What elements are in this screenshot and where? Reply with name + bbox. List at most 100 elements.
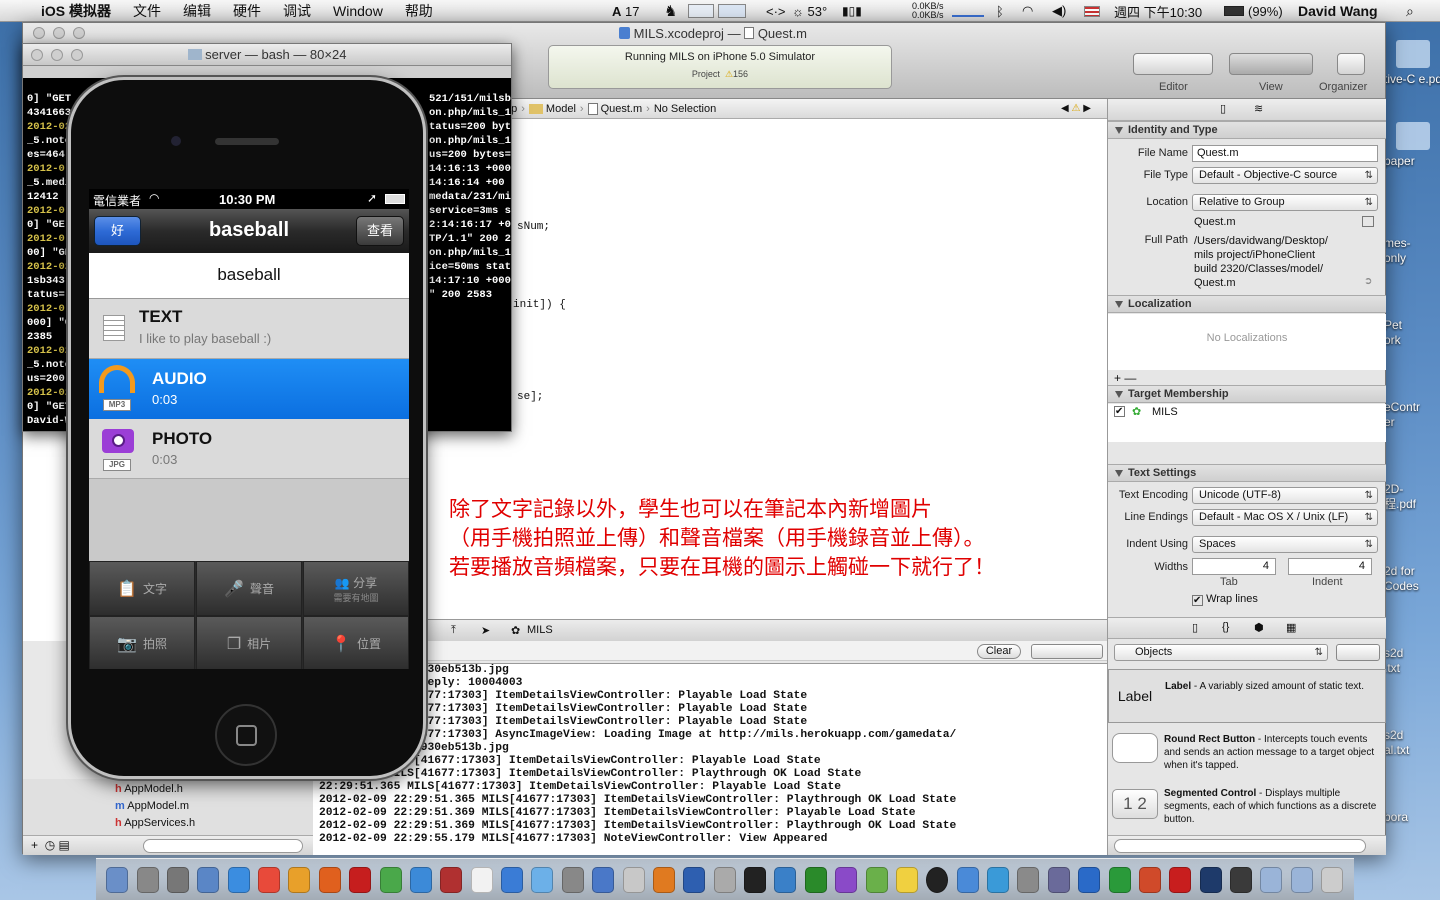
step-out-icon[interactable]: ⤒ [451, 624, 456, 637]
target-section-header[interactable]: Target Membership [1108, 385, 1386, 403]
note-item-text[interactable]: TEXT I like to play baseball :) [89, 299, 409, 359]
library-item-label[interactable]: Label Label - A variably sized amount of… [1108, 669, 1386, 723]
wrap-lines-checkbox[interactable]: ✔ Wrap lines [1192, 593, 1258, 606]
xcode-icon[interactable] [592, 866, 615, 893]
desktop-item[interactable]: paper [1384, 154, 1440, 169]
choose-file-icon[interactable] [1362, 216, 1374, 227]
desktop-item[interactable]: 2d for Codes [1384, 564, 1440, 594]
chrome-icon[interactable] [258, 866, 281, 893]
desktop-item[interactable]: Pet ork [1384, 318, 1440, 348]
terminal-output-right[interactable]: 521/151/milsb3 on.php/mils_1 tatus=200 byt… [429, 92, 511, 302]
menu-hardware[interactable]: 硬件 [222, 1, 272, 21]
audio-tool-button[interactable]: 🎤 聲音 [196, 561, 302, 616]
location-icon[interactable]: ➤ [481, 624, 490, 637]
reveal-arrow-icon[interactable]: ➲ [1364, 276, 1372, 287]
excel-icon[interactable] [1108, 866, 1131, 893]
view-nav-button[interactable]: 查看 [356, 216, 404, 246]
app-icon[interactable] [987, 866, 1010, 893]
file-template-icon[interactable]: ▯ [1192, 621, 1198, 634]
close-window-button[interactable] [33, 27, 45, 39]
line-endings-popup[interactable]: Default - Mac OS X / Unix (LF) [1192, 509, 1378, 526]
desktop-item[interactable]: mes- only [1384, 236, 1440, 266]
history-icon[interactable]: ◷ [45, 838, 55, 852]
calendar-icon[interactable] [470, 866, 493, 893]
warning-icon[interactable]: ⚠ [725, 69, 733, 79]
flash-builder-icon[interactable] [1230, 866, 1253, 893]
virtualbox-icon[interactable] [774, 866, 797, 893]
launchpad-icon[interactable] [136, 866, 159, 893]
desktop-file-icon[interactable] [1396, 122, 1430, 150]
menu-file[interactable]: 文件 [122, 1, 172, 21]
powerpoint-icon[interactable] [1138, 866, 1161, 893]
tab-width-field[interactable]: 4 [1192, 558, 1276, 575]
ok-nav-button[interactable]: 好 [94, 216, 141, 246]
camera-tool-button[interactable]: 📷 拍照 [89, 616, 195, 669]
console-output[interactable]: 38781cd42825fb4930eb513b.jpgled to recei… [313, 663, 1107, 855]
localization-section-header[interactable]: Localization [1108, 295, 1386, 313]
sync-icon[interactable]: <·> [766, 0, 786, 22]
note-item-photo[interactable]: JPG PHOTO 0:03 [89, 419, 409, 479]
headphones-icon[interactable] [99, 365, 135, 393]
firefox-icon[interactable] [318, 866, 341, 893]
adium-icon[interactable] [379, 866, 402, 893]
clock[interactable]: 週四 下午10:30 [1114, 0, 1202, 22]
code-snippet-icon[interactable]: {} [1222, 621, 1229, 633]
desktop-item[interactable]: 2D- 程.pdf [1384, 482, 1440, 512]
menu-debug[interactable]: 调试 [272, 1, 322, 21]
instruments-icon[interactable] [683, 866, 706, 893]
app-icon[interactable] [865, 866, 888, 893]
issue-navigation-arrows[interactable]: ◀ ⚠ ▶ [1061, 103, 1091, 114]
terminal-output-left[interactable]: 0] "GET 4341663 2012-02 _5.note es=464 2012-0… [27, 92, 71, 428]
note-item-audio[interactable]: MP3 AUDIO 0:03 [89, 359, 409, 419]
opera-icon[interactable] [349, 866, 372, 893]
safari-icon[interactable] [227, 866, 250, 893]
localization-add-remove[interactable]: + — [1114, 371, 1136, 385]
menu-window[interactable]: Window [322, 3, 394, 19]
library-item-segmented[interactable]: 1 2 Segmented Control - Displays multipl… [1108, 781, 1386, 831]
jump-bar-item[interactable]: No Selection [654, 103, 716, 115]
battery-status[interactable]: (99%) [1224, 0, 1283, 22]
word-icon[interactable] [1078, 866, 1101, 893]
indent-using-popup[interactable]: Spaces [1192, 536, 1378, 553]
app-icon[interactable] [1047, 866, 1070, 893]
finder-icon[interactable] [106, 866, 129, 893]
indent-width-field[interactable]: 4 [1288, 558, 1372, 575]
unity-icon[interactable] [561, 866, 584, 893]
trash-icon[interactable] [1321, 866, 1344, 893]
zoom-window-button[interactable] [73, 27, 85, 39]
identity-section-header[interactable]: Identity and Type [1108, 121, 1386, 139]
app-store-icon[interactable] [501, 866, 524, 893]
file-name-field[interactable]: Quest.m [1192, 145, 1378, 162]
navigator-file-item[interactable]: m AppModel.m [115, 800, 189, 812]
dashcode-icon[interactable] [713, 866, 736, 893]
menu-edit[interactable]: 编辑 [172, 1, 222, 21]
app-icon[interactable] [956, 866, 979, 893]
text-tool-button[interactable]: 📋 文字 [89, 561, 195, 616]
bluetooth-icon[interactable]: ᛒ [996, 0, 1004, 22]
volume-icon[interactable]: ◀) [1052, 0, 1066, 22]
library-item-button[interactable]: Round Rect Button - Intercepts touch eve… [1108, 727, 1386, 777]
minimize-window-button[interactable] [53, 27, 65, 39]
filter-icon[interactable]: ▤ [59, 838, 70, 852]
library-filter-input[interactable] [1114, 839, 1366, 853]
location-tool-button[interactable]: 📍 位置 [303, 616, 409, 669]
desktop-item[interactable]: bora [1384, 810, 1440, 825]
app-icon[interactable] [926, 866, 949, 893]
view-segmented-control[interactable] [1229, 53, 1313, 75]
photoshop-icon[interactable] [1199, 866, 1222, 893]
system-preferences-icon[interactable] [652, 866, 675, 893]
app-icon[interactable] [1017, 866, 1040, 893]
encoding-popup[interactable]: Unicode (UTF-8) [1192, 487, 1378, 504]
close-window-button[interactable] [31, 49, 43, 61]
acrobat-icon[interactable] [1169, 866, 1192, 893]
library-view-toggle[interactable] [1336, 644, 1380, 661]
jump-bar-item[interactable]: Model [546, 103, 576, 115]
file-type-popup[interactable]: Default - Objective-C source [1192, 167, 1378, 184]
flag-icon[interactable] [1084, 0, 1100, 22]
desktop-item[interactable]: s2d .txt [1384, 646, 1440, 676]
text-settings-section-header[interactable]: Text Settings [1108, 464, 1386, 482]
skype-icon[interactable] [409, 866, 432, 893]
media-library-icon[interactable]: ▦ [1286, 621, 1296, 634]
user-name[interactable]: David Wang [1298, 0, 1378, 22]
app-icon[interactable] [835, 866, 858, 893]
